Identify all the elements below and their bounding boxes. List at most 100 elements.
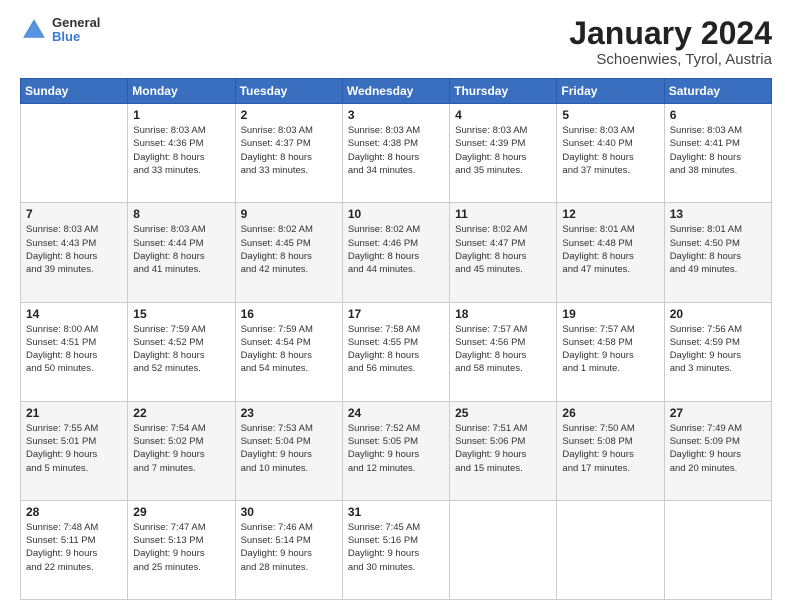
- week-row-4: 21 Sunrise: 7:55 AMSunset: 5:01 PMDayligh…: [21, 401, 772, 500]
- day-cell: 2 Sunrise: 8:03 AMSunset: 4:37 PMDaylight…: [235, 104, 342, 203]
- day-info: Sunrise: 8:00 AMSunset: 4:51 PMDaylight:…: [26, 323, 122, 376]
- day-cell: 15Sunrise: 7:59 AMSunset: 4:52 PMDayligh…: [128, 302, 235, 401]
- day-number: 3: [348, 108, 444, 122]
- day-number: 10: [348, 207, 444, 221]
- calendar-title: January 2024: [569, 16, 772, 51]
- col-header-monday: Monday: [128, 79, 235, 104]
- day-info: Sunrise: 8:03 AMSunset: 4:40 PMDaylight:…: [562, 124, 658, 177]
- day-number: 2: [241, 108, 337, 122]
- day-number: 28: [26, 505, 122, 519]
- week-row-2: 7Sunrise: 8:03 AMSunset: 4:43 PMDaylight…: [21, 203, 772, 302]
- day-cell: [664, 500, 771, 599]
- day-info: Sunrise: 7:49 AMSunset: 5:09 PMDaylight:…: [670, 422, 766, 475]
- day-number: 4: [455, 108, 551, 122]
- day-number: 8: [133, 207, 229, 221]
- day-cell: 19 Sunrise: 7:57 AMSunset: 4:58 PMDayligh…: [557, 302, 664, 401]
- col-header-sunday: Sunday: [21, 79, 128, 104]
- col-header-tuesday: Tuesday: [235, 79, 342, 104]
- day-number: 15: [133, 307, 229, 321]
- day-cell: 5Sunrise: 8:03 AMSunset: 4:40 PMDaylight…: [557, 104, 664, 203]
- day-info: Sunrise: 8:03 AMSunset: 4:36 PMDaylight:…: [133, 124, 229, 177]
- day-cell: 14 Sunrise: 8:00 AMSunset: 4:51 PMDayligh…: [21, 302, 128, 401]
- day-number: 31: [348, 505, 444, 519]
- day-number: 22: [133, 406, 229, 420]
- day-number: 24: [348, 406, 444, 420]
- day-info: Sunrise: 7:59 AMSunset: 4:54 PMDaylight:…: [241, 323, 337, 376]
- day-cell: 13 Sunrise: 8:01 AMSunset: 4:50 PMDayligh…: [664, 203, 771, 302]
- day-number: 25: [455, 406, 551, 420]
- header-row: SundayMondayTuesdayWednesdayThursdayFrid…: [21, 79, 772, 104]
- day-info: Sunrise: 8:03 AMSunset: 4:37 PMDaylight:…: [241, 124, 337, 177]
- day-number: 30: [241, 505, 337, 519]
- day-cell: 1Sunrise: 8:03 AMSunset: 4:36 PMDaylight…: [128, 104, 235, 203]
- day-number: 6: [670, 108, 766, 122]
- day-info: Sunrise: 7:55 AMSunset: 5:01 PMDaylight:…: [26, 422, 122, 475]
- week-row-3: 14 Sunrise: 8:00 AMSunset: 4:51 PMDayligh…: [21, 302, 772, 401]
- day-info: Sunrise: 7:51 AMSunset: 5:06 PMDaylight:…: [455, 422, 551, 475]
- day-cell: 23Sunrise: 7:53 AMSunset: 5:04 PMDayligh…: [235, 401, 342, 500]
- day-info: Sunrise: 7:52 AMSunset: 5:05 PMDaylight:…: [348, 422, 444, 475]
- day-cell: 31 Sunrise: 7:45 AMSunset: 5:16 PMDayligh…: [342, 500, 449, 599]
- day-number: 11: [455, 207, 551, 221]
- day-cell: 12Sunrise: 8:01 AMSunset: 4:48 PMDayligh…: [557, 203, 664, 302]
- day-info: Sunrise: 8:01 AMSunset: 4:50 PMDaylight:…: [670, 223, 766, 276]
- day-info: Sunrise: 7:57 AMSunset: 4:58 PMDaylight:…: [562, 323, 658, 376]
- day-cell: 4 Sunrise: 8:03 AMSunset: 4:39 PMDaylight…: [450, 104, 557, 203]
- day-number: 16: [241, 307, 337, 321]
- day-info: Sunrise: 7:46 AMSunset: 5:14 PMDaylight:…: [241, 521, 337, 574]
- day-cell: 27 Sunrise: 7:49 AMSunset: 5:09 PMDayligh…: [664, 401, 771, 500]
- day-info: Sunrise: 7:54 AMSunset: 5:02 PMDaylight:…: [133, 422, 229, 475]
- day-info: Sunrise: 7:48 AMSunset: 5:11 PMDaylight:…: [26, 521, 122, 574]
- day-info: Sunrise: 8:03 AMSunset: 4:39 PMDaylight:…: [455, 124, 551, 177]
- day-cell: 24 Sunrise: 7:52 AMSunset: 5:05 PMDayligh…: [342, 401, 449, 500]
- day-cell: 20 Sunrise: 7:56 AMSunset: 4:59 PMDayligh…: [664, 302, 771, 401]
- day-cell: 7Sunrise: 8:03 AMSunset: 4:43 PMDaylight…: [21, 203, 128, 302]
- day-cell: [450, 500, 557, 599]
- day-info: Sunrise: 7:56 AMSunset: 4:59 PMDaylight:…: [670, 323, 766, 376]
- day-number: 13: [670, 207, 766, 221]
- col-header-friday: Friday: [557, 79, 664, 104]
- day-cell: 26 Sunrise: 7:50 AMSunset: 5:08 PMDayligh…: [557, 401, 664, 500]
- page: General Blue January 2024 Schoenwies, Ty…: [0, 0, 792, 612]
- day-cell: 9Sunrise: 8:02 AMSunset: 4:45 PMDaylight…: [235, 203, 342, 302]
- calendar-header: SundayMondayTuesdayWednesdayThursdayFrid…: [21, 79, 772, 104]
- day-number: 23: [241, 406, 337, 420]
- day-number: 18: [455, 307, 551, 321]
- day-info: Sunrise: 7:50 AMSunset: 5:08 PMDaylight:…: [562, 422, 658, 475]
- col-header-saturday: Saturday: [664, 79, 771, 104]
- day-info: Sunrise: 7:45 AMSunset: 5:16 PMDaylight:…: [348, 521, 444, 574]
- day-number: 21: [26, 406, 122, 420]
- day-cell: 10 Sunrise: 8:02 AMSunset: 4:46 PMDayligh…: [342, 203, 449, 302]
- day-number: 17: [348, 307, 444, 321]
- logo: General Blue: [20, 16, 100, 45]
- title-block: January 2024 Schoenwies, Tyrol, Austria: [569, 16, 772, 68]
- logo-icon: [20, 16, 48, 44]
- day-number: 29: [133, 505, 229, 519]
- day-cell: 8 Sunrise: 8:03 AMSunset: 4:44 PMDaylight…: [128, 203, 235, 302]
- day-info: Sunrise: 7:58 AMSunset: 4:55 PMDaylight:…: [348, 323, 444, 376]
- week-row-1: 1Sunrise: 8:03 AMSunset: 4:36 PMDaylight…: [21, 104, 772, 203]
- day-number: 26: [562, 406, 658, 420]
- col-header-thursday: Thursday: [450, 79, 557, 104]
- day-cell: 21 Sunrise: 7:55 AMSunset: 5:01 PMDayligh…: [21, 401, 128, 500]
- day-info: Sunrise: 8:03 AMSunset: 4:41 PMDaylight:…: [670, 124, 766, 177]
- day-info: Sunrise: 8:02 AMSunset: 4:46 PMDaylight:…: [348, 223, 444, 276]
- day-info: Sunrise: 8:03 AMSunset: 4:44 PMDaylight:…: [133, 223, 229, 276]
- day-cell: 17 Sunrise: 7:58 AMSunset: 4:55 PMDayligh…: [342, 302, 449, 401]
- day-number: 19: [562, 307, 658, 321]
- day-info: Sunrise: 8:03 AMSunset: 4:38 PMDaylight:…: [348, 124, 444, 177]
- day-number: 14: [26, 307, 122, 321]
- calendar-subtitle: Schoenwies, Tyrol, Austria: [569, 51, 772, 68]
- day-number: 27: [670, 406, 766, 420]
- header: General Blue January 2024 Schoenwies, Ty…: [20, 16, 772, 68]
- col-header-wednesday: Wednesday: [342, 79, 449, 104]
- calendar-table: SundayMondayTuesdayWednesdayThursdayFrid…: [20, 78, 772, 600]
- logo-text: General Blue: [52, 16, 100, 45]
- day-info: Sunrise: 8:03 AMSunset: 4:43 PMDaylight:…: [26, 223, 122, 276]
- day-cell: 28 Sunrise: 7:48 AMSunset: 5:11 PMDayligh…: [21, 500, 128, 599]
- day-cell: 6 Sunrise: 8:03 AMSunset: 4:41 PMDaylight…: [664, 104, 771, 203]
- day-cell: 3 Sunrise: 8:03 AMSunset: 4:38 PMDaylight…: [342, 104, 449, 203]
- day-cell: 25 Sunrise: 7:51 AMSunset: 5:06 PMDayligh…: [450, 401, 557, 500]
- day-number: 20: [670, 307, 766, 321]
- day-cell: [557, 500, 664, 599]
